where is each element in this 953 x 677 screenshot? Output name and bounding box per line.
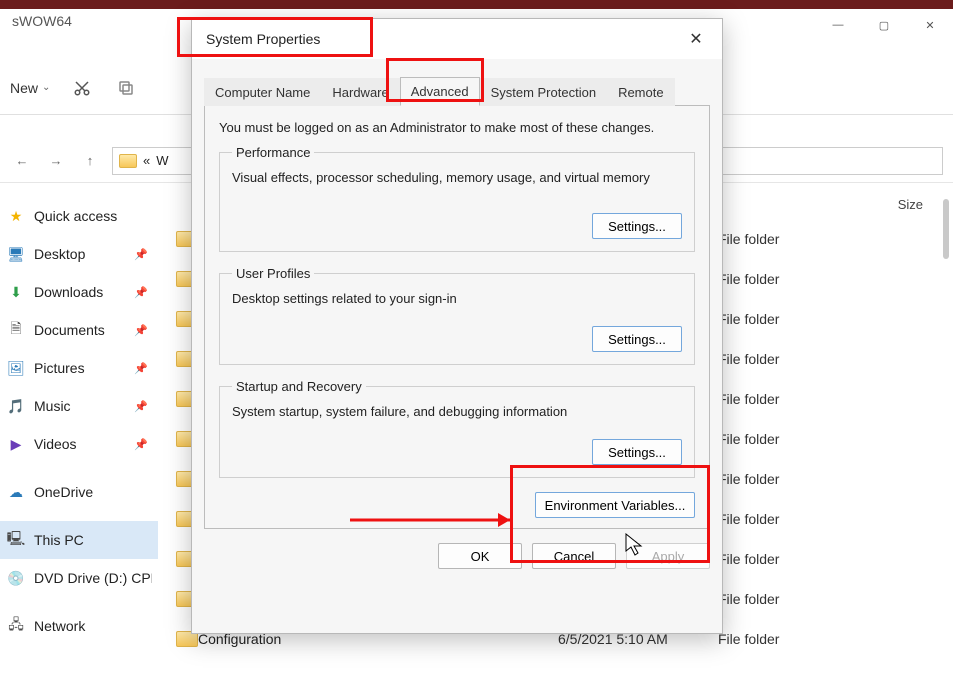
sidebar-item-label: DVD Drive (D:) CPRA	[34, 570, 152, 586]
dialog-title: System Properties	[206, 31, 320, 47]
startup-recovery-desc: System startup, system failure, and debu…	[232, 404, 682, 419]
tab-remote[interactable]: Remote	[607, 78, 675, 106]
nav-up-icon[interactable]: ↑	[78, 149, 102, 173]
sidebar-item-videos[interactable]: ▶ Videos 📌	[0, 425, 158, 463]
environment-variables-button[interactable]: Environment Variables...	[535, 492, 695, 518]
window-controls: — ▢ ✕	[815, 9, 953, 41]
performance-group: Performance Visual effects, processor sc…	[219, 145, 695, 252]
sidebar-item-label: Videos	[34, 436, 77, 452]
user-profiles-desc: Desktop settings related to your sign-in	[232, 291, 682, 306]
apply-button: Apply	[626, 543, 710, 569]
file-type: File folder	[718, 391, 838, 407]
scrollbar-thumb[interactable]	[943, 199, 949, 259]
sidebar-item-desktop[interactable]: 🖥 Desktop 📌	[0, 235, 158, 273]
admin-note: You must be logged on as an Administrato…	[219, 120, 695, 135]
sidebar-item-music[interactable]: 🎵 Music 📌	[0, 387, 158, 425]
explorer-title-fragment: sWOW64	[12, 13, 72, 29]
user-profiles-settings-button[interactable]: Settings...	[592, 326, 682, 352]
close-icon[interactable]: ✕	[684, 29, 708, 49]
nav-forward-icon[interactable]: →	[44, 149, 68, 173]
sidebar-item-label: Pictures	[34, 360, 85, 376]
new-menu-label: New	[10, 80, 38, 96]
folder-icon	[119, 154, 137, 168]
performance-legend: Performance	[232, 145, 314, 160]
startup-recovery-legend: Startup and Recovery	[232, 379, 366, 394]
file-type: File folder	[718, 551, 838, 567]
addr-prefix: «	[143, 153, 150, 168]
pin-icon: 📌	[134, 400, 148, 413]
dialog-body: Computer Name Hardware Advanced System P…	[192, 59, 722, 633]
dialog-titlebar[interactable]: System Properties ✕	[192, 19, 722, 59]
file-type: File folder	[718, 271, 838, 287]
new-menu[interactable]: New ⌄	[10, 80, 50, 96]
addr-fragment: W	[156, 153, 168, 168]
sidebar-item-onedrive[interactable]: ☁ OneDrive	[0, 473, 158, 511]
sidebar-item-label: Music	[34, 398, 71, 414]
dialog-buttons: OK Cancel Apply	[204, 529, 710, 573]
video-icon: ▶	[6, 434, 26, 454]
sidebar-item-label: Documents	[34, 322, 105, 338]
pin-icon: 📌	[134, 438, 148, 451]
sidebar-item-quick-access[interactable]: ★ Quick access	[0, 197, 158, 235]
cloud-icon: ☁	[6, 482, 26, 502]
pc-icon: 🖳	[6, 530, 26, 550]
sidebar-item-label: Desktop	[34, 246, 85, 262]
network-icon: 🖧	[6, 616, 26, 636]
file-type: File folder	[718, 231, 838, 247]
maximize-button[interactable]: ▢	[861, 9, 907, 41]
performance-settings-button[interactable]: Settings...	[592, 213, 682, 239]
user-profiles-group: User Profiles Desktop settings related t…	[219, 266, 695, 365]
tab-system-protection[interactable]: System Protection	[480, 78, 608, 106]
startup-recovery-settings-button[interactable]: Settings...	[592, 439, 682, 465]
file-type: File folder	[718, 311, 838, 327]
performance-desc: Visual effects, processor scheduling, me…	[232, 170, 682, 185]
copy-icon[interactable]	[114, 76, 138, 100]
sidebar-item-downloads[interactable]: ⬇ Downloads 📌	[0, 273, 158, 311]
advanced-panel: You must be logged on as an Administrato…	[204, 105, 710, 529]
tab-advanced[interactable]: Advanced	[400, 77, 480, 106]
startup-recovery-group: Startup and Recovery System startup, sys…	[219, 379, 695, 478]
sidebar: ★ Quick access 🖥 Desktop 📌 ⬇ Downloads 📌…	[0, 189, 158, 677]
pin-icon: 📌	[134, 362, 148, 375]
minimize-button[interactable]: —	[815, 9, 861, 41]
sidebar-item-dvd-drive[interactable]: 💿 DVD Drive (D:) CPRA	[0, 559, 158, 597]
sidebar-item-label: Quick access	[34, 208, 117, 224]
file-type: File folder	[718, 511, 838, 527]
dvd-icon: 💿	[6, 568, 26, 588]
app-titlebar-strip	[0, 0, 953, 9]
file-type: File folder	[718, 351, 838, 367]
pin-icon: 📌	[134, 248, 148, 261]
ok-button[interactable]: OK	[438, 543, 522, 569]
file-type: File folder	[718, 431, 838, 447]
doc-icon: 🗎	[6, 320, 26, 340]
star-icon: ★	[6, 206, 26, 226]
sidebar-item-label: Downloads	[34, 284, 103, 300]
sidebar-item-label: OneDrive	[34, 484, 93, 500]
music-icon: 🎵	[6, 396, 26, 416]
cancel-button[interactable]: Cancel	[532, 543, 616, 569]
sidebar-item-label: This PC	[34, 532, 84, 548]
tab-strip: Computer Name Hardware Advanced System P…	[204, 69, 710, 105]
sidebar-item-documents[interactable]: 🗎 Documents 📌	[0, 311, 158, 349]
user-profiles-legend: User Profiles	[232, 266, 314, 281]
sidebar-item-this-pc[interactable]: 🖳 This PC	[0, 521, 158, 559]
system-properties-dialog: System Properties ✕ Computer Name Hardwa…	[191, 18, 723, 634]
cut-icon[interactable]	[70, 76, 94, 100]
file-type: File folder	[718, 631, 838, 647]
sidebar-item-pictures[interactable]: 🖼 Pictures 📌	[0, 349, 158, 387]
desktop-icon: 🖥	[6, 244, 26, 264]
close-button[interactable]: ✕	[907, 9, 953, 41]
tab-hardware[interactable]: Hardware	[321, 78, 399, 106]
chevron-down-icon: ⌄	[42, 82, 50, 93]
picture-icon: 🖼	[6, 358, 26, 378]
download-icon: ⬇	[6, 282, 26, 302]
pin-icon: 📌	[134, 324, 148, 337]
tab-computer-name[interactable]: Computer Name	[204, 78, 321, 106]
file-type: File folder	[718, 471, 838, 487]
pin-icon: 📌	[134, 286, 148, 299]
sidebar-item-network[interactable]: 🖧 Network	[0, 607, 158, 645]
nav-back-icon[interactable]: ←	[10, 149, 34, 173]
sidebar-item-label: Network	[34, 618, 85, 634]
file-type: File folder	[718, 591, 838, 607]
